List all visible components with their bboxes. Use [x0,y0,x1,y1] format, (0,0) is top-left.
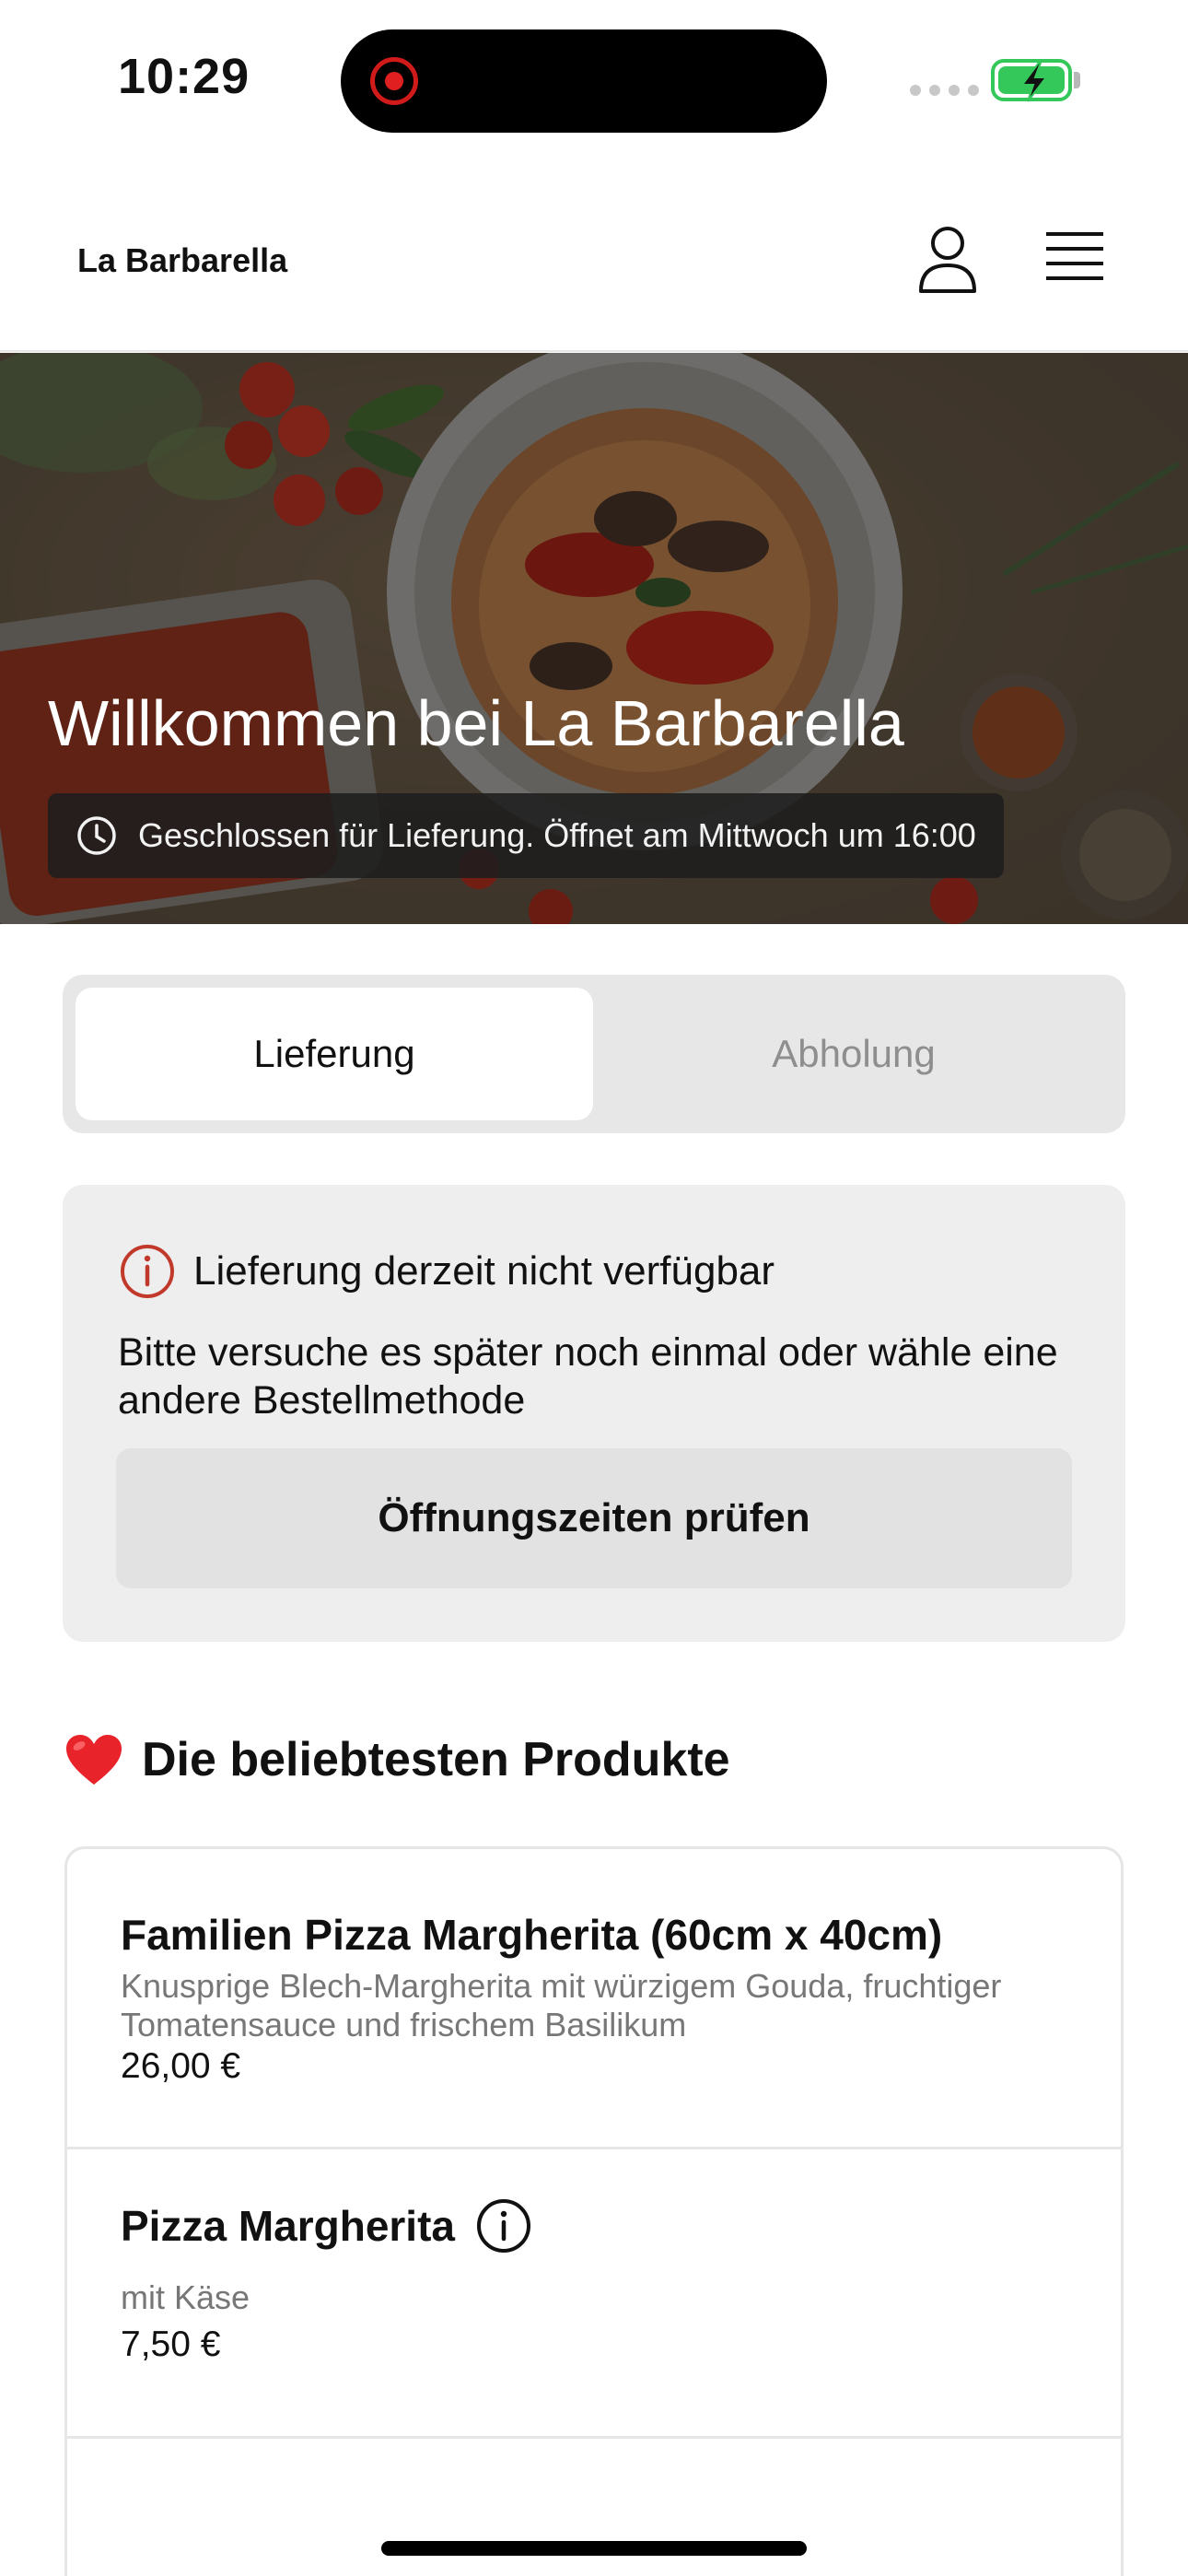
notice-text: Bitte versuche es später noch einmal ode… [118,1330,1058,1423]
info-alert-icon [121,1245,174,1298]
popular-title: Die beliebtesten Produkte [142,1733,730,1786]
notice-title-row: Lieferung derzeit nicht verfügbar [118,1242,775,1301]
order-mode-toggle: Lieferung Abholung [63,975,1125,1133]
hero-banner: Willkommen bei La Barbarella Geschlossen… [0,353,1188,924]
dynamic-island [341,29,827,133]
home-indicator[interactable] [381,2541,807,2556]
product-name-row: Familien Pizza Margherita (60cm x 40cm) [121,1910,942,1960]
delivery-unavailable-card: Lieferung derzeit nicht verfügbar Bitte … [63,1185,1125,1642]
tab-abholung[interactable]: Abholung [595,988,1112,1120]
recording-indicator-icon [370,57,418,105]
product-item[interactable]: Familien Pizza Margherita (60cm x 40cm) … [67,1849,1121,2149]
delivery-status-badge: Geschlossen für Lieferung. Öffnet am Mit… [48,793,1004,878]
product-name-row: Pizza Margherita [121,2197,532,2254]
notice-title: Lieferung derzeit nicht verfügbar [193,1248,775,1294]
clock-icon [77,816,116,855]
info-icon[interactable] [475,2197,532,2254]
product-name: Pizza Margherita [121,2202,455,2250]
product-description: mit Käse [121,2278,250,2316]
product-description: Knusprige Blech-Margherita mit würzigem … [121,1967,1002,2043]
hero-title: Willkommen bei La Barbarella [48,687,904,759]
signal-icon [910,85,979,96]
product-price: 7,50 € [121,2324,221,2364]
battery-charging-icon [991,59,1072,102]
app-screen: 10:29 La Barbarella Willkommen bei La Ba… [0,0,1188,2576]
product-price: 26,00 € [121,2046,241,2086]
status-time: 10:29 [118,49,250,104]
menu-icon[interactable] [1044,230,1105,286]
tab-lieferung[interactable]: Lieferung [76,988,593,1120]
status-bar: 10:29 [0,0,1188,157]
check-opening-hours-button[interactable]: Öffnungszeiten prüfen [116,1448,1072,1588]
popular-products-list: Familien Pizza Margherita (60cm x 40cm) … [64,1846,1124,2576]
delivery-status-text: Geschlossen für Lieferung. Öffnet am Mit… [138,816,976,854]
heart-icon [66,1735,122,1785]
product-name: Familien Pizza Margherita (60cm x 40cm) [121,1911,943,1959]
product-item[interactable]: Pizza Margherita mit Käse 7,50 € [67,2149,1121,2439]
popular-section-header: Die beliebtesten Produkte [64,1732,730,1787]
app-header: La Barbarella [0,184,1188,352]
brand-name[interactable]: La Barbarella [77,241,287,280]
battery-cap [1074,72,1080,88]
user-icon[interactable] [917,225,978,295]
